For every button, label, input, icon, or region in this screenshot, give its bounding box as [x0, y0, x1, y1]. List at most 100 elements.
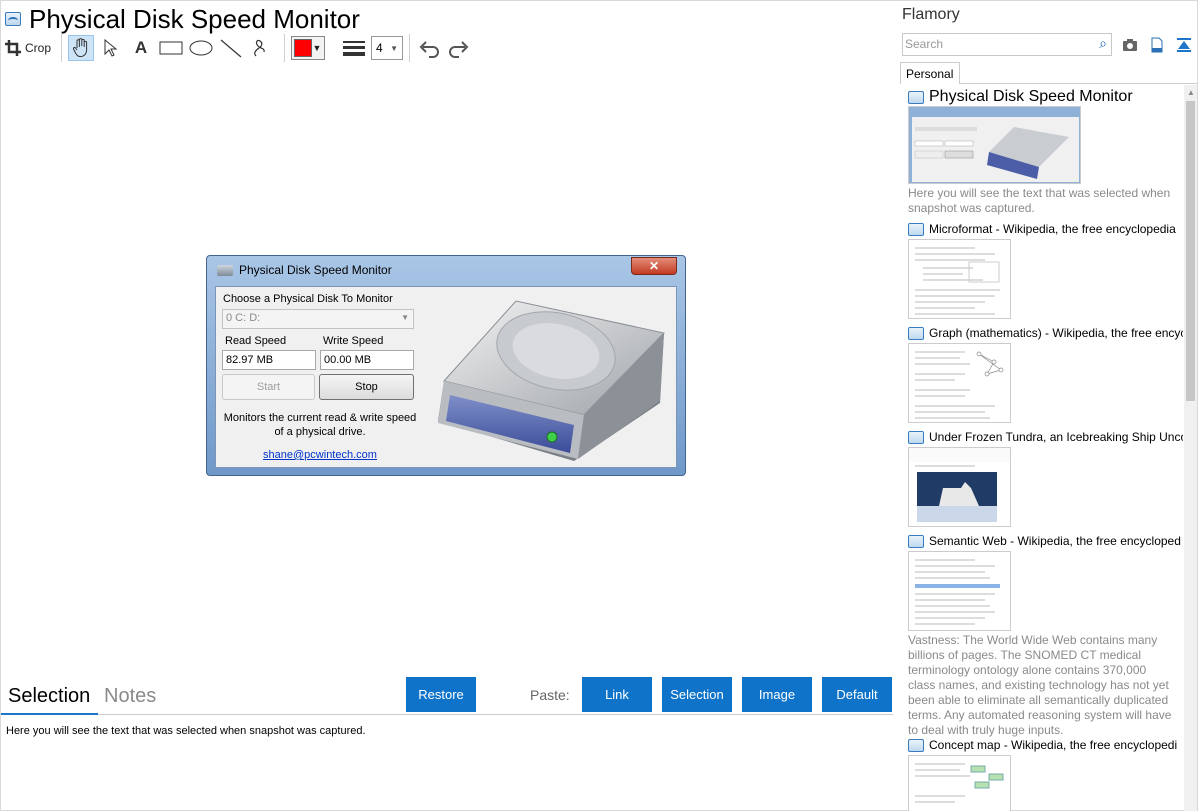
snapshot-icon — [908, 326, 924, 340]
toolbar-divider — [284, 34, 286, 62]
list-item[interactable]: Semantic Web - Wikipedia, the free encyc… — [908, 534, 1183, 738]
chevron-down-icon: ▼ — [401, 313, 409, 322]
item-description: Here you will see the text that was sele… — [908, 186, 1171, 215]
paste-default-button[interactable]: Default — [822, 677, 892, 712]
select-tool-button[interactable] — [98, 35, 124, 61]
thumbnail-image — [908, 343, 1011, 423]
camera-icon[interactable] — [1122, 37, 1138, 53]
line-tool-button[interactable] — [218, 35, 244, 61]
snapshot-icon — [908, 738, 924, 752]
stroke-width-icon-button[interactable] — [341, 35, 367, 61]
window-client-area: Choose a Physical Disk To Monitor 0 C: D… — [215, 286, 677, 468]
search-icon[interactable]: ⌕ — [1099, 35, 1107, 52]
paste-image-button[interactable]: Image — [742, 677, 812, 712]
list-item[interactable]: Graph (mathematics) - Wikipedia, the fre… — [908, 326, 1183, 423]
app-description: Monitors the current read & write speed … — [223, 412, 417, 438]
redo-icon — [449, 41, 469, 58]
hand-tool-button[interactable] — [68, 35, 95, 61]
ellipse-icon — [189, 40, 213, 56]
color-picker[interactable]: ▼ — [291, 36, 326, 60]
chevron-down-icon: ▼ — [312, 43, 322, 53]
thumbnail-app-image — [909, 107, 1080, 183]
hard-drive-icon — [438, 300, 665, 461]
snapshot-icon — [908, 222, 924, 236]
undo-icon — [419, 41, 439, 58]
stroke-width-select[interactable]: 4 ▼ — [371, 36, 404, 60]
search-input[interactable]: Search ⌕ — [902, 33, 1112, 56]
document-title: Physical Disk Speed Monitor — [29, 3, 360, 34]
line-icon — [220, 39, 242, 58]
window-title: Physical Disk Speed Monitor — [239, 263, 392, 277]
text-icon: A — [134, 38, 148, 57]
captured-snapshot-image: Physical Disk Speed Monitor ✕ Choose a P… — [206, 255, 686, 476]
rectangle-tool-button[interactable] — [158, 35, 184, 61]
sidebar-app-name: Flamory — [902, 6, 960, 23]
search-placeholder: Search — [905, 37, 944, 51]
sidebar-scrollbar[interactable]: ▲ — [1184, 85, 1197, 811]
ellipse-tool-button[interactable] — [188, 35, 214, 61]
crop-label: Crop — [25, 41, 52, 55]
tab-divider — [959, 83, 1197, 84]
read-speed-field: 82.97 MB — [222, 350, 316, 370]
document-icon[interactable] — [1149, 37, 1165, 53]
toolbar-divider — [331, 34, 335, 62]
undo-button[interactable] — [416, 35, 442, 61]
thumbnail-page-image — [915, 247, 1000, 315]
thumbnail-page-image — [915, 763, 1004, 803]
scrollbar-thumb[interactable] — [1186, 101, 1195, 401]
list-item[interactable]: Microformat - Wikipedia, the free encycl… — [908, 222, 1183, 319]
app-window: Physical Disk Speed Monitor Crop A ▼ 4 ▼… — [0, 0, 1198, 811]
color-swatch — [294, 39, 313, 57]
stroke-width-value: 4 — [376, 41, 383, 55]
item-header: Graph (mathematics) - Wikipedia, the fre… — [908, 326, 1183, 340]
tab-notes[interactable]: Notes — [104, 685, 156, 708]
window-titlebar: Physical Disk Speed Monitor — [217, 263, 392, 277]
crop-button[interactable]: Crop — [5, 35, 51, 61]
freehand-tool-button[interactable] — [248, 35, 274, 61]
document-header: Physical Disk Speed Monitor — [5, 3, 360, 35]
item-header: Semantic Web - Wikipedia, the free encyc… — [908, 534, 1183, 548]
active-tab-indicator — [1, 713, 98, 715]
stop-button: Stop — [319, 374, 414, 400]
item-title: Concept map - Wikipedia, the free encycl… — [929, 738, 1178, 752]
restore-button[interactable]: Restore — [406, 677, 476, 712]
disk-icon — [217, 264, 233, 276]
snapshot-icon — [5, 12, 21, 26]
tab-personal[interactable]: Personal — [900, 62, 960, 84]
item-description: Vastness: The World Wide Web contains ma… — [908, 633, 1172, 737]
stroke-width-icon — [343, 41, 366, 56]
crop-icon — [5, 40, 21, 56]
write-speed-field: 00.00 MB — [320, 350, 414, 370]
item-title: Microformat - Wikipedia, the free encycl… — [929, 222, 1176, 236]
item-header: Microformat - Wikipedia, the free encycl… — [908, 222, 1183, 236]
collapse-top-icon[interactable] — [1176, 37, 1192, 53]
item-title: Graph (mathematics) - Wikipedia, the fre… — [929, 326, 1183, 340]
text-tool-button[interactable]: A — [128, 35, 154, 61]
paste-link-button[interactable]: Link — [582, 677, 652, 712]
tab-selection[interactable]: Selection — [8, 685, 90, 708]
snapshot-list: Physical Disk Speed Monitor Here you wil… — [908, 86, 1183, 811]
start-button: Start — [222, 374, 315, 400]
snapshot-icon — [908, 534, 924, 548]
scroll-up-icon[interactable]: ▲ — [1187, 88, 1195, 97]
write-speed-label: Write Speed — [323, 335, 384, 347]
disk-select: 0 C: D: ▼ — [222, 309, 414, 329]
chevron-down-icon: ▼ — [390, 43, 399, 53]
close-icon: ✕ — [631, 257, 677, 275]
item-title: Semantic Web - Wikipedia, the free encyc… — [929, 534, 1181, 548]
annotation-toolbar: Crop A ▼ 4 ▼ — [5, 34, 476, 62]
snapshot-icon — [908, 430, 924, 444]
list-item[interactable]: Concept map - Wikipedia, the free encycl… — [908, 738, 1183, 811]
thumbnail-image — [908, 551, 1011, 631]
selection-text[interactable]: Here you will see the text that was sele… — [6, 725, 366, 737]
paste-selection-button[interactable]: Selection — [662, 677, 732, 712]
thumbnail-ship-image — [909, 448, 1010, 522]
item-header: Concept map - Wikipedia, the free encycl… — [908, 738, 1183, 752]
redo-button[interactable] — [446, 35, 472, 61]
list-item[interactable]: Under Frozen Tundra, an Icebreaking Ship… — [908, 430, 1183, 527]
rectangle-icon — [159, 41, 183, 55]
list-item[interactable]: Physical Disk Speed Monitor Here you wil… — [908, 88, 1183, 216]
pencil-curve-icon — [254, 39, 265, 57]
item-header: Physical Disk Speed Monitor — [908, 88, 1183, 106]
snapshot-icon — [908, 90, 924, 104]
